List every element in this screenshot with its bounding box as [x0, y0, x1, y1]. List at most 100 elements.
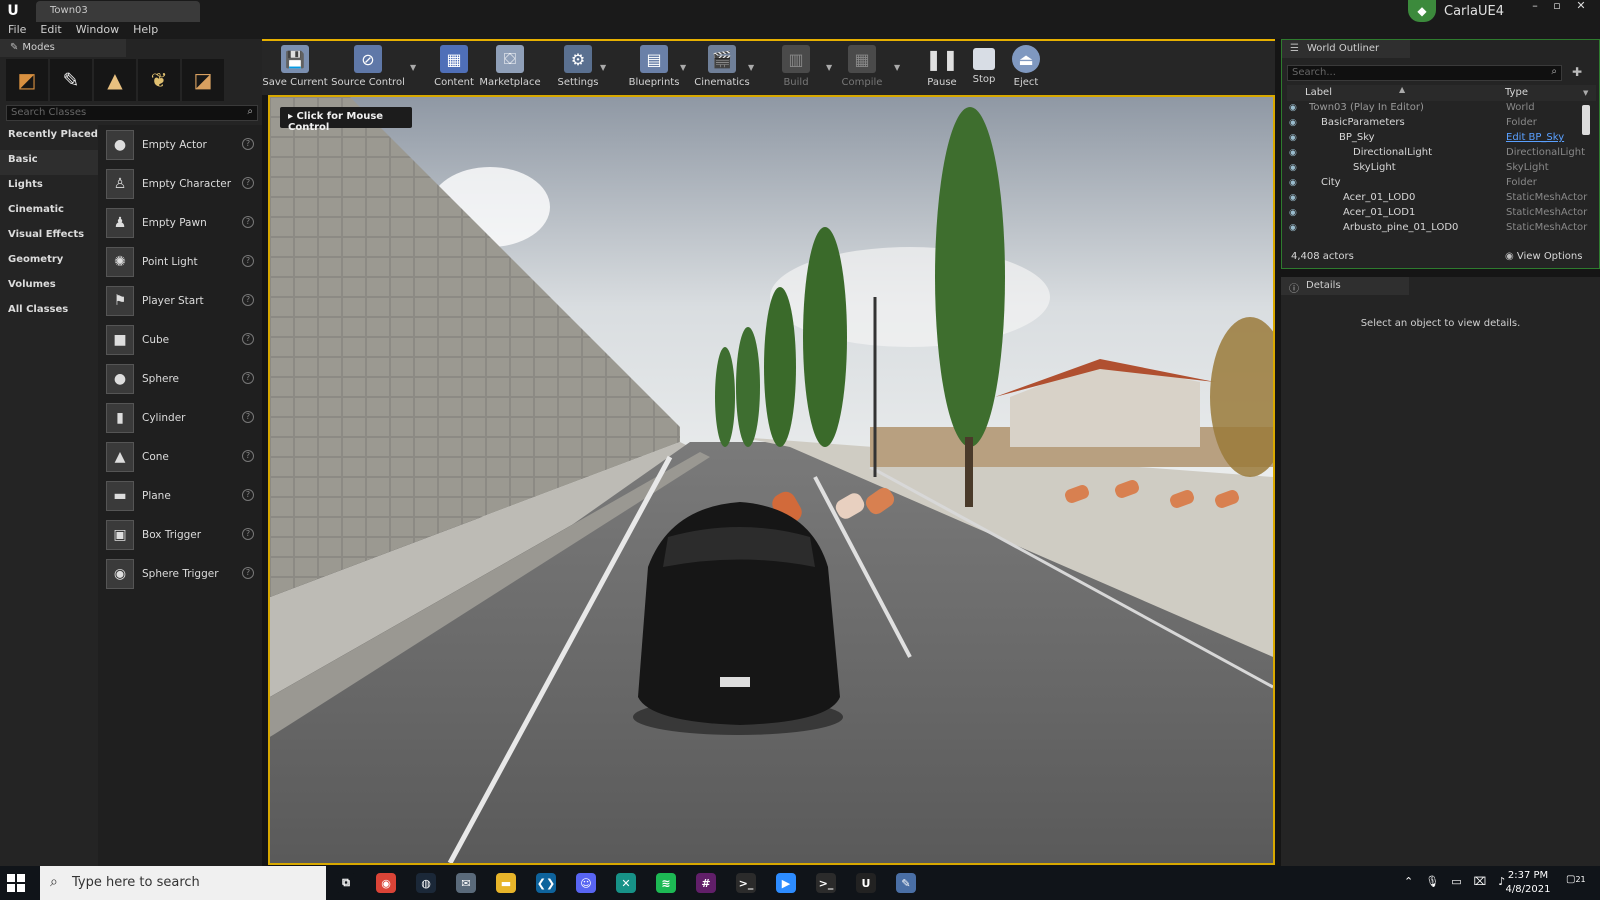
class-item[interactable]: ▮ Cylinder?	[98, 398, 262, 437]
compile-dropdown-icon[interactable]: ▼	[894, 63, 900, 72]
taskbar-search-input[interactable]: ⌕ Type here to search	[40, 866, 326, 900]
outliner-row[interactable]: ◉ BasicParameters Folder	[1287, 116, 1587, 131]
network-icon[interactable]: ⌧	[1474, 875, 1487, 888]
help-icon[interactable]: ?	[242, 294, 254, 306]
outliner-row[interactable]: ◉ Acer_01_LOD1 StaticMeshActor	[1287, 206, 1587, 221]
category-volumes[interactable]: Volumes	[0, 275, 98, 300]
visibility-eye-icon[interactable]: ◉	[1289, 178, 1297, 188]
details-tab[interactable]: ⓘ Details	[1281, 277, 1409, 295]
notifications-button[interactable]: ▢21	[1566, 874, 1588, 892]
category-lights[interactable]: Lights	[0, 175, 98, 200]
taskbar-app[interactable]: ▶	[768, 869, 804, 897]
taskbar-app[interactable]: ≋	[648, 869, 684, 897]
blueprints-button[interactable]: ▤ Blueprints	[626, 43, 682, 93]
modes-tab[interactable]: ✎ Modes	[0, 39, 126, 57]
chevron-up-icon[interactable]: ⌃	[1404, 875, 1413, 888]
level-viewport[interactable]: ▸ Click for Mouse Control	[268, 95, 1275, 865]
taskbar-app[interactable]: ☺	[568, 869, 604, 897]
landscape-mode-icon[interactable]: ▲	[94, 59, 136, 101]
mouse-control-hint[interactable]: ▸ Click for Mouse Control	[280, 107, 412, 133]
taskbar-app[interactable]: U	[848, 869, 884, 897]
minimize-icon[interactable]: –	[1524, 0, 1546, 14]
help-icon[interactable]: ?	[242, 177, 254, 189]
visibility-eye-icon[interactable]: ◉	[1289, 223, 1297, 233]
class-item[interactable]: ▲ Cone?	[98, 437, 262, 476]
microphone-icon[interactable]: 🎙	[1425, 875, 1439, 888]
visibility-eye-icon[interactable]: ◉	[1289, 103, 1297, 113]
outliner-row[interactable]: ◉ Arbusto_pine_01_LOD0 StaticMeshActor	[1287, 221, 1587, 236]
class-item[interactable]: ● Sphere?	[98, 359, 262, 398]
category-all-classes[interactable]: All Classes	[0, 300, 98, 325]
visibility-eye-icon[interactable]: ◉	[1289, 193, 1297, 203]
type-dropdown-icon[interactable]: ▼	[1583, 89, 1588, 97]
help-icon[interactable]: ?	[242, 567, 254, 579]
taskbar-app[interactable]: ◍	[408, 869, 444, 897]
cinematics-button[interactable]: 🎬 Cinematics	[694, 43, 750, 93]
category-visual-effects[interactable]: Visual Effects	[0, 225, 98, 250]
class-item[interactable]: ✺ Point Light?	[98, 242, 262, 281]
place-mode-icon[interactable]: ◩	[6, 59, 48, 101]
outliner-row[interactable]: ◉ DirectionalLight DirectionalLight	[1287, 146, 1587, 161]
taskbar-app[interactable]: >_	[728, 869, 764, 897]
compile-button[interactable]: ▦ Compile	[840, 43, 884, 93]
marketplace-button[interactable]: ⛋ Marketplace	[479, 43, 541, 93]
help-icon[interactable]: ?	[242, 333, 254, 345]
stop-button[interactable]: Stop	[968, 43, 1000, 93]
source-control-dropdown-icon[interactable]: ▼	[410, 63, 416, 72]
category-cinematic[interactable]: Cinematic	[0, 200, 98, 225]
menu-edit[interactable]: Edit	[40, 22, 69, 39]
windows-start-icon[interactable]	[6, 873, 26, 893]
help-icon[interactable]: ?	[242, 216, 254, 228]
source-control-button[interactable]: ⊘ Source Control	[331, 43, 405, 93]
view-options-button[interactable]: ◉ View Options	[1505, 251, 1582, 262]
outliner-row[interactable]: ◉ City Folder	[1287, 176, 1587, 191]
category-recently-placed[interactable]: Recently Placed	[0, 125, 98, 150]
class-item[interactable]: ♟ Empty Pawn?	[98, 203, 262, 242]
save-current-button[interactable]: 💾 Save Current	[262, 43, 328, 93]
taskbar-app[interactable]: ✉	[448, 869, 484, 897]
taskbar-app[interactable]: >_	[808, 869, 844, 897]
help-icon[interactable]: ?	[242, 528, 254, 540]
unreal-logo-icon[interactable]: U	[4, 2, 22, 20]
geometry-mode-icon[interactable]: ◪	[182, 59, 224, 101]
visibility-eye-icon[interactable]: ◉	[1289, 163, 1297, 173]
outliner-scrollbar[interactable]	[1582, 105, 1590, 135]
maximize-icon[interactable]: ▫	[1546, 0, 1568, 14]
content-button[interactable]: ▦ Content	[434, 43, 474, 93]
taskbar-app[interactable]: ⧉	[328, 869, 364, 897]
help-icon[interactable]: ?	[242, 372, 254, 384]
help-icon[interactable]: ?	[242, 489, 254, 501]
class-item[interactable]: ♙ Empty Character?	[98, 164, 262, 203]
outliner-row[interactable]: ◉ SkyLight SkyLight	[1287, 161, 1587, 176]
visibility-eye-icon[interactable]: ◉	[1289, 133, 1297, 143]
outliner-row[interactable]: ◉ Acer_01_LOD0 StaticMeshActor	[1287, 191, 1587, 206]
taskbar-clock[interactable]: 2:37 PM 4/8/2021	[1502, 869, 1554, 897]
eject-button[interactable]: ⏏ Eject	[1010, 43, 1042, 93]
cinematics-dropdown-icon[interactable]: ▼	[748, 63, 754, 72]
level-tab[interactable]: Town03	[36, 1, 200, 22]
visibility-eye-icon[interactable]: ◉	[1289, 118, 1297, 128]
taskbar-app[interactable]: ▬	[488, 869, 524, 897]
class-item[interactable]: ▣ Box Trigger?	[98, 515, 262, 554]
close-icon[interactable]: ✕	[1570, 0, 1592, 14]
help-icon[interactable]: ?	[242, 450, 254, 462]
help-icon[interactable]: ?	[242, 411, 254, 423]
world-outliner-tab[interactable]: ☰ World Outliner	[1282, 40, 1410, 58]
taskbar-app[interactable]: #	[688, 869, 724, 897]
add-actor-icon[interactable]: ✚	[1572, 65, 1582, 79]
visibility-eye-icon[interactable]: ◉	[1289, 148, 1297, 158]
taskbar-app[interactable]: ❮❯	[528, 869, 564, 897]
taskbar-app[interactable]: ◉	[368, 869, 404, 897]
class-item[interactable]: ⚑ Player Start?	[98, 281, 262, 320]
type-column-header[interactable]: Type	[1505, 87, 1528, 98]
menu-window[interactable]: Window	[76, 22, 127, 39]
build-dropdown-icon[interactable]: ▼	[826, 63, 832, 72]
taskbar-app[interactable]: ✕	[608, 869, 644, 897]
category-basic[interactable]: Basic	[0, 150, 98, 175]
outliner-row[interactable]: ◉ Town03 (Play In Editor) World	[1287, 101, 1587, 116]
taskbar-app[interactable]: ✎	[888, 869, 924, 897]
edit-bp-sky-link[interactable]: Edit BP_Sky	[1506, 132, 1564, 143]
help-icon[interactable]: ?	[242, 255, 254, 267]
menu-help[interactable]: Help	[133, 22, 166, 39]
menu-file[interactable]: File	[8, 22, 34, 39]
